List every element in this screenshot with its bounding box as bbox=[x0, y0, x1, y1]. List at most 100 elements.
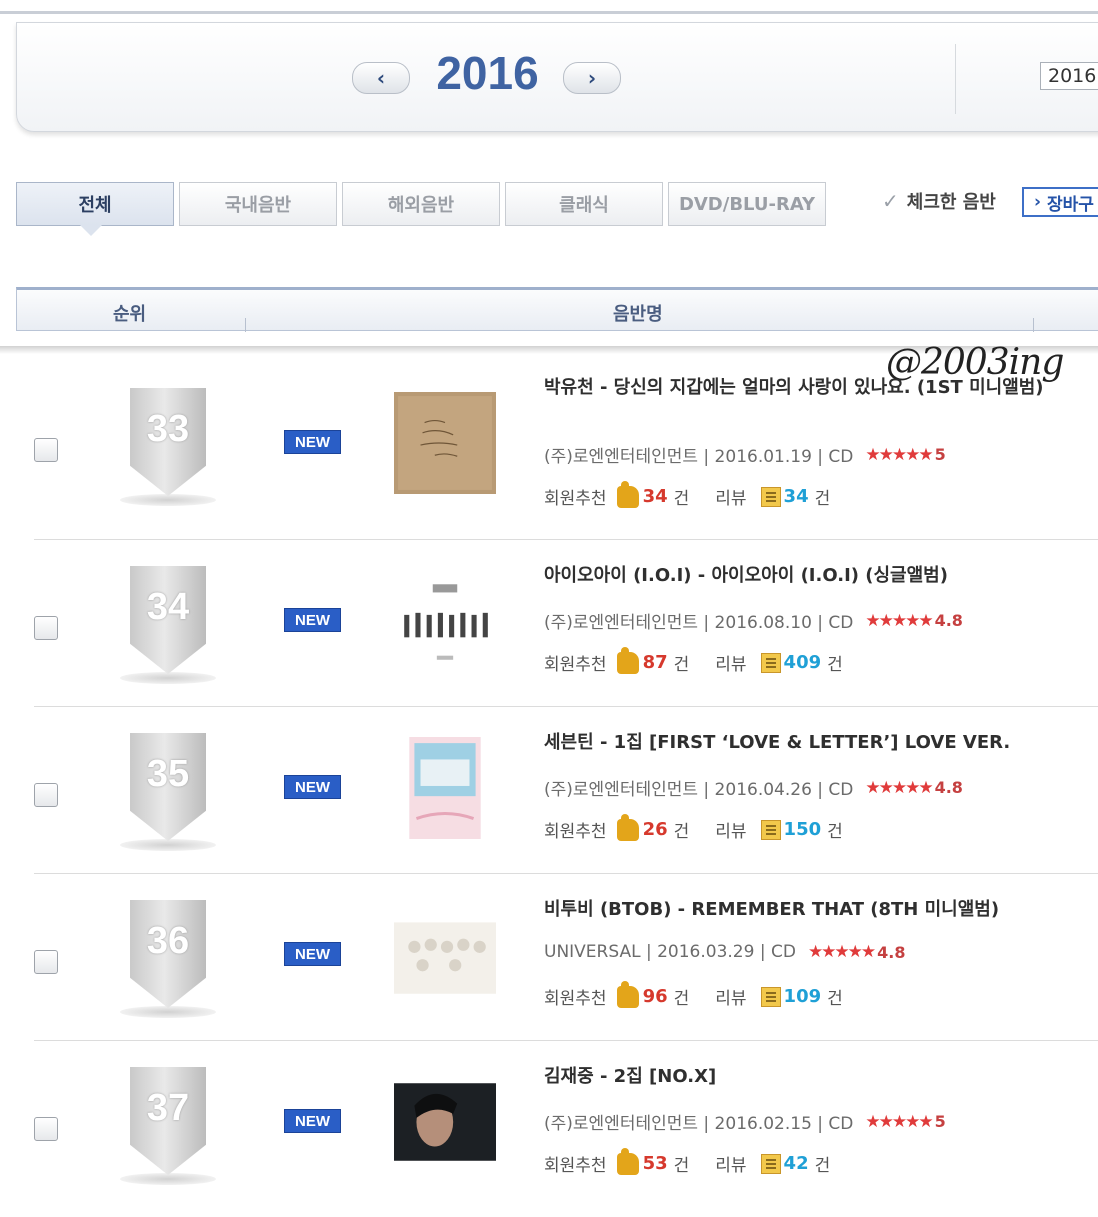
column-separator bbox=[245, 318, 246, 332]
album-meta: (주)로엔엔터테인먼트 | 2016.01.19 | CD bbox=[544, 447, 854, 467]
tab-dvd-bluray[interactable]: DVD/BLU-RAY bbox=[668, 182, 826, 226]
chevron-left-icon: ‹ bbox=[376, 66, 386, 90]
album-info: (주)로엔엔터테인먼트 | 2016.02.15 | CD ★★★★★ 5 bbox=[544, 1109, 946, 1135]
thumbs-up-icon bbox=[616, 980, 639, 1008]
prev-year-button[interactable]: ‹ bbox=[352, 62, 410, 94]
album-title[interactable]: 세븐틴 - 1집 [FIRST ‘LOVE & LETTER’] LOVE VE… bbox=[544, 731, 1064, 755]
review-count[interactable]: 150 bbox=[784, 819, 822, 840]
thumbs-up-icon bbox=[616, 646, 639, 674]
album-checkbox[interactable] bbox=[34, 1117, 58, 1141]
recommend-count: 87 bbox=[642, 652, 668, 673]
album-row: 34 NEW 아이오아이 (I.O.I) - 아이오아이 (I.O.I) (싱글… bbox=[34, 550, 1098, 716]
album-info: (주)로엔엔터테인먼트 | 2016.01.19 | CD ★★★★★ 5 bbox=[544, 442, 946, 468]
album-checkbox[interactable] bbox=[34, 950, 58, 974]
new-badge: NEW bbox=[284, 775, 341, 799]
review-unit: 건 bbox=[827, 822, 843, 842]
review-label: 리뷰 bbox=[715, 822, 747, 842]
album-checkbox[interactable] bbox=[34, 783, 58, 807]
album-title[interactable]: 아이오아이 (I.O.I) - 아이오아이 (I.O.I) (싱글앨범) bbox=[544, 564, 1064, 588]
review-note-icon bbox=[760, 819, 781, 840]
review-unit: 건 bbox=[827, 655, 843, 675]
review-label: 리뷰 bbox=[715, 1156, 747, 1176]
album-cover[interactable] bbox=[394, 392, 496, 494]
add-to-cart-button[interactable]: › 장바구 bbox=[1022, 187, 1098, 217]
new-badge: NEW bbox=[284, 942, 341, 966]
chevron-right-icon: › bbox=[587, 66, 597, 90]
album-meta: (주)로엔엔터테인먼트 | 2016.08.10 | CD bbox=[544, 613, 854, 633]
year-divider bbox=[955, 44, 956, 114]
album-row: 36 NEW 비투비 (BTOB) - REMEMBER THAT (8TH 미… bbox=[34, 884, 1098, 1050]
star-rating-icon: ★★★★★ bbox=[865, 610, 933, 631]
row-divider bbox=[34, 706, 1098, 707]
rank-badge: 36 bbox=[130, 900, 206, 1008]
rank-badge: 37 bbox=[130, 1067, 206, 1175]
album-stats: 회원추천 53 건 리뷰 42 건 bbox=[544, 1147, 830, 1176]
album-cover[interactable] bbox=[394, 1071, 496, 1173]
review-note-icon bbox=[760, 486, 781, 507]
recommend-count: 53 bbox=[642, 1153, 668, 1174]
album-title[interactable]: 박유천 - 당신의 지갑에는 얼마의 사랑이 있나요. (1ST 미니앨범) bbox=[544, 376, 1064, 400]
rank-badge: 34 bbox=[130, 566, 206, 674]
album-cover[interactable] bbox=[394, 904, 496, 1006]
rank-number: 35 bbox=[146, 753, 190, 795]
column-album: 음반명 bbox=[613, 304, 663, 325]
album-cover[interactable] bbox=[394, 737, 496, 839]
star-rating-icon: ★★★★★ bbox=[865, 1111, 933, 1132]
album-stats: 회원추천 26 건 리뷰 150 건 bbox=[544, 813, 843, 842]
rank-number: 34 bbox=[146, 586, 190, 628]
new-badge: NEW bbox=[284, 1109, 341, 1133]
album-row: 33 NEW 박유천 - 당신의 지갑에는 얼마의 사랑이 있나요. (1ST … bbox=[34, 372, 1098, 538]
rating-value: 4.8 bbox=[877, 942, 906, 962]
recommend-label: 회원추천 bbox=[544, 822, 607, 842]
review-label: 리뷰 bbox=[715, 989, 747, 1009]
album-info: UNIVERSAL | 2016.03.29 | CD ★★★★★ 4.8 bbox=[544, 942, 905, 962]
review-note-icon bbox=[760, 652, 781, 673]
star-rating-icon: ★★★★★ bbox=[865, 444, 933, 465]
recommend-unit: 건 bbox=[673, 655, 690, 675]
checked-albums-text: 체크한 음반 bbox=[906, 192, 996, 213]
row-divider bbox=[34, 539, 1098, 540]
rating-value: 5 bbox=[934, 1112, 946, 1131]
review-label: 리뷰 bbox=[715, 655, 747, 675]
tab-classical[interactable]: 클래식 bbox=[505, 182, 663, 226]
recommend-label: 회원추천 bbox=[544, 989, 607, 1009]
album-cover[interactable] bbox=[394, 570, 496, 672]
rank-number: 33 bbox=[146, 408, 190, 450]
album-checkbox[interactable] bbox=[34, 438, 58, 462]
album-meta: (주)로엔엔터테인먼트 | 2016.04.26 | CD bbox=[544, 780, 854, 800]
review-note-icon bbox=[760, 1153, 781, 1174]
review-count[interactable]: 109 bbox=[784, 986, 822, 1007]
album-row: 35 NEW 세븐틴 - 1집 [FIRST ‘LOVE & LETTER’] … bbox=[34, 717, 1098, 883]
review-note-icon bbox=[760, 986, 781, 1007]
review-label: 리뷰 bbox=[715, 489, 747, 509]
star-rating-icon: ★★★★★ bbox=[865, 777, 933, 798]
new-badge: NEW bbox=[284, 430, 341, 454]
album-stats: 회원추천 87 건 리뷰 409 건 bbox=[544, 646, 843, 675]
year-title: 2016 bbox=[436, 47, 539, 99]
album-checkbox[interactable] bbox=[34, 616, 58, 640]
album-info: (주)로엔엔터테인먼트 | 2016.04.26 | CD ★★★★★ 4.8 bbox=[544, 775, 963, 801]
album-row: 37 NEW 김재중 - 2집 [NO.X] (주)로엔엔터테인먼트 | 201… bbox=[34, 1051, 1098, 1217]
tab-all[interactable]: 전체 bbox=[16, 182, 174, 226]
review-count[interactable]: 34 bbox=[784, 486, 809, 507]
checked-albums-label: ✓ 체크한 음반 bbox=[882, 188, 996, 214]
recommend-count: 34 bbox=[642, 486, 668, 507]
thumbs-up-icon bbox=[616, 1147, 639, 1175]
tab-domestic[interactable]: 국내음반 bbox=[179, 182, 337, 226]
review-count[interactable]: 42 bbox=[784, 1153, 809, 1174]
rank-number: 37 bbox=[146, 1087, 190, 1129]
next-year-button[interactable]: › bbox=[563, 62, 621, 94]
year-select[interactable]: 2016 bbox=[1040, 62, 1098, 90]
review-count[interactable]: 409 bbox=[784, 652, 822, 673]
album-title[interactable]: 비투비 (BTOB) - REMEMBER THAT (8TH 미니앨범) bbox=[544, 898, 1064, 922]
rating-value: 4.8 bbox=[934, 611, 963, 630]
album-title[interactable]: 김재중 - 2집 [NO.X] bbox=[544, 1065, 1064, 1089]
tab-overseas[interactable]: 해외음반 bbox=[342, 182, 500, 226]
checkmark-icon: ✓ bbox=[882, 189, 899, 213]
recommend-unit: 건 bbox=[673, 822, 690, 842]
top-border bbox=[0, 0, 1098, 14]
star-rating-icon: ★★★★★ bbox=[807, 942, 876, 962]
recommend-unit: 건 bbox=[673, 1156, 690, 1176]
column-rank: 순위 bbox=[113, 304, 147, 325]
album-stats: 회원추천 34 건 리뷰 34 건 bbox=[544, 480, 830, 509]
